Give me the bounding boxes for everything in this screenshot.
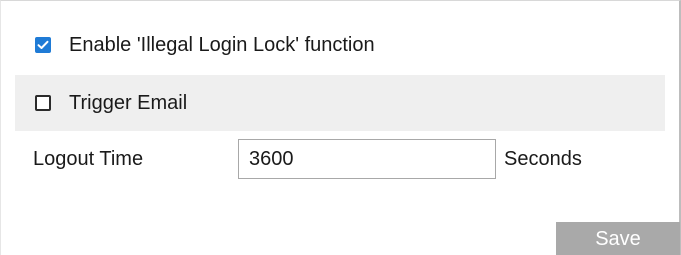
trigger-email-checkbox[interactable] [35, 95, 51, 111]
checkmark-icon [37, 40, 49, 49]
logout-time-input[interactable] [238, 139, 496, 179]
logout-time-row: Logout Time Seconds [15, 133, 665, 185]
logout-time-unit: Seconds [504, 148, 582, 170]
trigger-email-row: Trigger Email [15, 75, 665, 131]
enable-lock-label: Enable 'Illegal Login Lock' function [69, 34, 375, 56]
save-button[interactable]: Save [556, 222, 680, 255]
illegal-login-lock-panel: Enable 'Illegal Login Lock' function Tri… [0, 0, 681, 255]
enable-lock-checkbox[interactable] [35, 37, 51, 53]
logout-time-label: Logout Time [33, 148, 144, 170]
trigger-email-label: Trigger Email [69, 92, 188, 114]
enable-lock-row: Enable 'Illegal Login Lock' function [15, 19, 665, 71]
